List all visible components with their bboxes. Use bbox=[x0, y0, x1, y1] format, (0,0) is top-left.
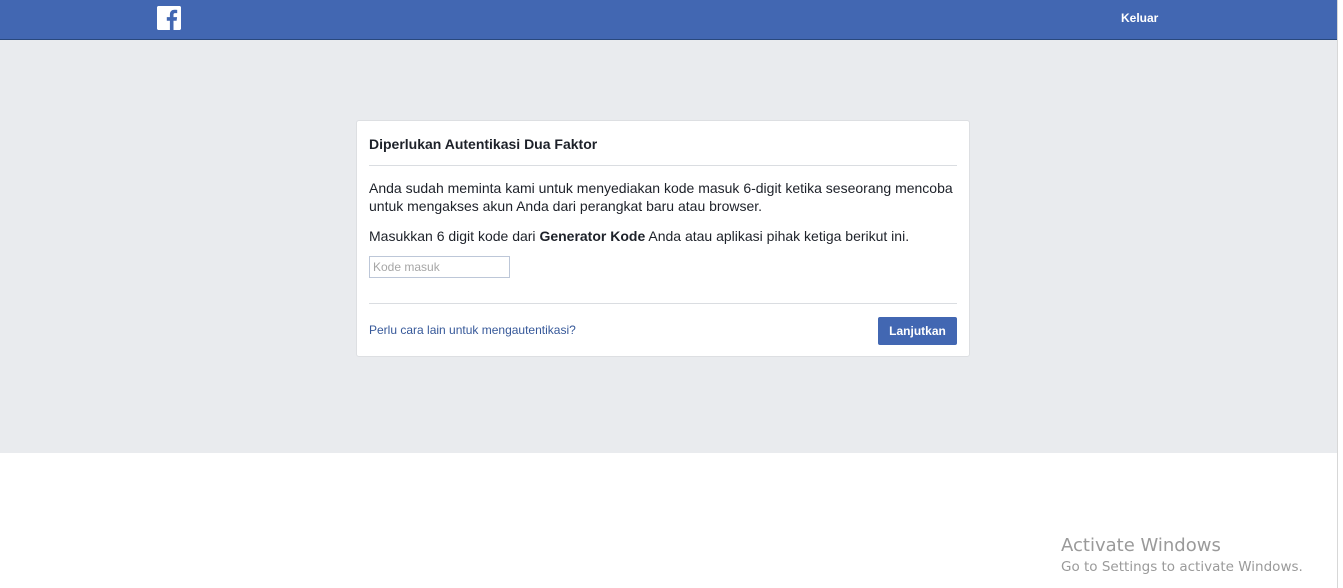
vertical-scrollbar[interactable] bbox=[1337, 0, 1343, 588]
instruction-suffix: Anda atau aplikasi pihak ketiga berikut … bbox=[645, 228, 910, 244]
code-instruction: Masukkan 6 digit kode dari Generator Kod… bbox=[369, 227, 959, 245]
instruction-generator-name: Generator Kode bbox=[539, 228, 646, 244]
instruction-prefix: Masukkan 6 digit kode dari bbox=[369, 228, 540, 244]
two-factor-dialog: Diperlukan Autentikasi Dua Faktor Anda s… bbox=[356, 120, 970, 357]
top-navigation-bar: Keluar bbox=[0, 0, 1337, 40]
activate-windows-watermark: Activate Windows Go to Settings to activ… bbox=[1061, 535, 1303, 576]
alternate-auth-link[interactable]: Perlu cara lain untuk mengautentikasi? bbox=[369, 323, 576, 337]
watermark-subtitle: Go to Settings to activate Windows. bbox=[1061, 559, 1303, 575]
watermark-title: Activate Windows bbox=[1061, 535, 1221, 556]
continue-button[interactable]: Lanjutkan bbox=[878, 317, 957, 345]
logout-link[interactable]: Keluar bbox=[1121, 11, 1158, 25]
dialog-description: Anda sudah meminta kami untuk menyediaka… bbox=[369, 180, 953, 214]
footer-divider bbox=[369, 303, 957, 304]
dialog-title: Diperlukan Autentikasi Dua Faktor bbox=[369, 136, 598, 152]
facebook-f-icon[interactable] bbox=[157, 6, 181, 30]
title-divider bbox=[369, 165, 957, 166]
login-code-input[interactable] bbox=[369, 256, 510, 278]
